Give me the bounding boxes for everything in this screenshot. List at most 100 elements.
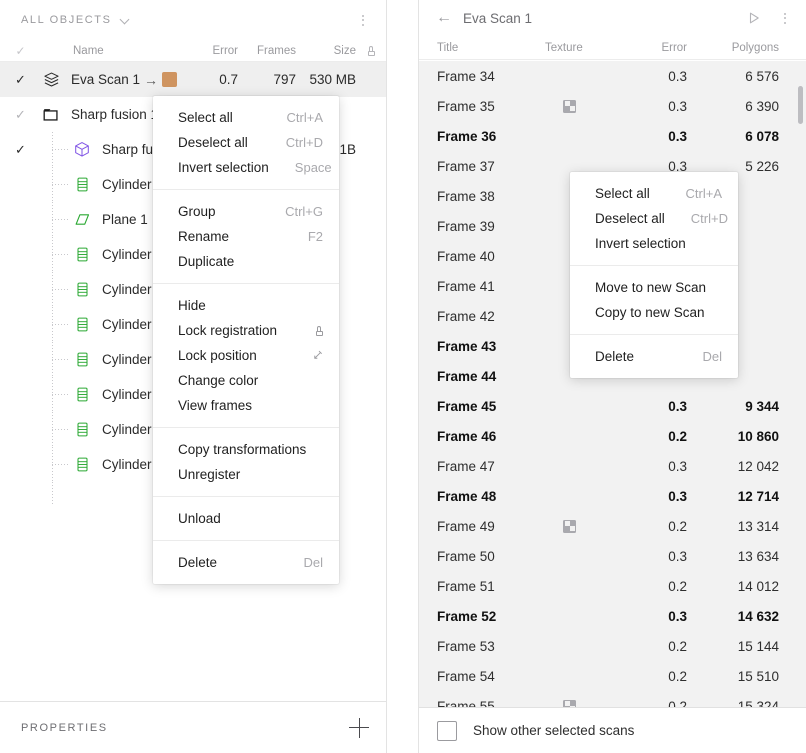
tree-row[interactable]: ✓ Eva Scan 1 → 0.7 797 530 MB bbox=[0, 62, 386, 97]
menu-item-copy-transformations[interactable]: Copy transformations bbox=[153, 437, 339, 462]
frame-polygons: 12 042 bbox=[737, 458, 779, 474]
menu-item-unregister[interactable]: Unregister bbox=[153, 462, 339, 487]
frame-row[interactable]: Frame 46 0.2 10 860 bbox=[419, 421, 806, 451]
frame-row[interactable]: Frame 49 0.2 13 314 bbox=[419, 511, 806, 541]
frame-row[interactable]: Frame 35 0.3 6 390 bbox=[419, 91, 806, 121]
menu-item-label: Group bbox=[178, 204, 216, 219]
menu-item-group[interactable]: Group Ctrl+G bbox=[153, 199, 339, 224]
panel-title: ALL OBJECTS bbox=[21, 14, 112, 26]
menu-item-deselect-all[interactable]: Deselect all Ctrl+D bbox=[570, 206, 738, 231]
menu-item-label: Rename bbox=[178, 229, 230, 244]
menu-item-rename[interactable]: Rename F2 bbox=[153, 224, 339, 249]
check-icon: ✓ bbox=[15, 107, 26, 122]
plane-icon bbox=[72, 210, 92, 230]
kebab-menu-icon[interactable] bbox=[354, 11, 372, 29]
menu-item-label: Select all bbox=[178, 110, 233, 125]
menu-item-label: Invert selection bbox=[178, 160, 269, 175]
column-header-error: Error bbox=[212, 44, 238, 57]
frames-context-menu[interactable]: Select all Ctrl+A Deselect all Ctrl+D Invert… bbox=[570, 172, 738, 378]
tree-guide bbox=[52, 149, 70, 150]
object-name: Sharp fus bbox=[102, 142, 160, 157]
chevron-down-icon[interactable] bbox=[121, 15, 131, 25]
frame-title: Frame 42 bbox=[437, 308, 495, 324]
row-error: 0.7 bbox=[219, 72, 238, 87]
frame-row[interactable]: Frame 36 0.3 6 078 bbox=[419, 121, 806, 151]
row-checkbox[interactable]: ✓ bbox=[0, 143, 41, 156]
object-context-menu[interactable]: Select all Ctrl+A Deselect all Ctrl+D Invert… bbox=[153, 96, 339, 584]
menu-item-deselect-all[interactable]: Deselect all Ctrl+D bbox=[153, 130, 339, 155]
frame-row[interactable]: Frame 51 0.2 14 012 bbox=[419, 571, 806, 601]
texture-icon bbox=[563, 699, 576, 707]
context-menu-group: Group Ctrl+G Rename F2 Duplicate bbox=[153, 189, 339, 283]
column-header-name: Name bbox=[73, 44, 104, 57]
row-checkbox[interactable]: ✓ bbox=[0, 108, 41, 121]
frame-row[interactable]: Frame 53 0.2 15 144 bbox=[419, 631, 806, 661]
kebab-menu-icon[interactable] bbox=[776, 9, 794, 27]
menu-item-invert-selection[interactable]: Invert selection bbox=[570, 231, 738, 256]
check-icon: ✓ bbox=[15, 43, 26, 58]
frame-texture-cell bbox=[545, 519, 625, 533]
menu-item-label: Lock registration bbox=[178, 323, 278, 338]
frames-list[interactable]: Frame 34 0.3 6 576 Frame 35 0.3 6 390 Frame 36… bbox=[419, 61, 806, 707]
cylinder-icon bbox=[72, 280, 92, 300]
tree-guide bbox=[52, 219, 70, 220]
menu-item-change-color[interactable]: Change color bbox=[153, 368, 339, 393]
column-header-size: Size bbox=[333, 44, 356, 57]
menu-item-label: Delete bbox=[178, 555, 218, 570]
menu-item-select-all[interactable]: Select all Ctrl+A bbox=[153, 105, 339, 130]
frame-row[interactable]: Frame 48 0.3 12 714 bbox=[419, 481, 806, 511]
frame-row[interactable]: Frame 50 0.3 13 634 bbox=[419, 541, 806, 571]
menu-item-hide[interactable]: Hide bbox=[153, 293, 339, 318]
context-menu-group: Delete Del bbox=[153, 540, 339, 584]
play-icon[interactable] bbox=[744, 8, 764, 28]
frame-polygons: 9 344 bbox=[745, 398, 779, 414]
scrollbar-thumb[interactable] bbox=[798, 86, 803, 124]
plus-icon[interactable] bbox=[349, 717, 369, 738]
back-arrow-icon[interactable]: ← bbox=[433, 8, 455, 28]
frame-row[interactable]: Frame 34 0.3 6 576 bbox=[419, 61, 806, 91]
transform-arrow-icon: → bbox=[144, 71, 159, 88]
frame-error: 0.3 bbox=[668, 548, 687, 564]
menu-item-lock-position[interactable]: Lock position bbox=[153, 343, 339, 368]
show-other-scans-checkbox[interactable] bbox=[437, 720, 457, 741]
frame-row[interactable]: Frame 45 0.3 9 344 bbox=[419, 391, 806, 421]
frame-row[interactable]: Frame 47 0.3 12 042 bbox=[419, 451, 806, 481]
frame-row[interactable]: Frame 54 0.2 15 510 bbox=[419, 661, 806, 691]
move-lock-icon bbox=[312, 350, 323, 361]
row-checkbox[interactable]: ✓ bbox=[0, 73, 41, 86]
frame-title: Frame 40 bbox=[437, 248, 495, 264]
frame-polygons: 15 324 bbox=[737, 698, 779, 708]
menu-item-view-frames[interactable]: View frames bbox=[153, 393, 339, 418]
frame-error: 0.2 bbox=[668, 428, 687, 444]
menu-item-copy-to-new-scan[interactable]: Copy to new Scan bbox=[570, 300, 738, 325]
tree-guide bbox=[52, 289, 70, 290]
column-header-title: Title bbox=[437, 41, 459, 54]
frame-title: Frame 54 bbox=[437, 668, 495, 684]
object-name: Cylinder bbox=[102, 317, 152, 332]
context-menu-group: Move to new Scan Copy to new Scan bbox=[570, 265, 738, 334]
context-menu-group: Select all Ctrl+A Deselect all Ctrl+D Invert… bbox=[153, 96, 339, 189]
menu-item-select-all[interactable]: Select all Ctrl+A bbox=[570, 181, 738, 206]
menu-item-delete[interactable]: Delete Del bbox=[570, 344, 738, 369]
menu-item-move-to-new-scan[interactable]: Move to new Scan bbox=[570, 275, 738, 300]
frame-row[interactable]: Frame 55 0.2 15 324 bbox=[419, 691, 806, 707]
object-name: Sharp fusion 1 bbox=[71, 107, 159, 122]
cylinder-icon bbox=[72, 315, 92, 335]
menu-item-duplicate[interactable]: Duplicate bbox=[153, 249, 339, 274]
frames-scrollbar[interactable] bbox=[798, 64, 803, 724]
color-swatch[interactable] bbox=[162, 72, 178, 87]
frame-error: 0.3 bbox=[668, 458, 687, 474]
object-name: Plane 1 bbox=[102, 212, 148, 227]
context-menu-group: Unload bbox=[153, 496, 339, 540]
frame-polygons: 6 078 bbox=[745, 128, 779, 144]
texture-icon bbox=[563, 519, 576, 533]
menu-item-label: Lock position bbox=[178, 348, 257, 363]
frame-polygons: 6 576 bbox=[745, 68, 779, 84]
menu-item-lock-registration[interactable]: Lock registration bbox=[153, 318, 339, 343]
menu-item-unload[interactable]: Unload bbox=[153, 506, 339, 531]
cylinder-icon bbox=[72, 175, 92, 195]
menu-item-invert-selection[interactable]: Invert selection Space bbox=[153, 155, 339, 180]
menu-item-delete[interactable]: Delete Del bbox=[153, 550, 339, 575]
frame-title: Frame 38 bbox=[437, 188, 495, 204]
frame-row[interactable]: Frame 52 0.3 14 632 bbox=[419, 601, 806, 631]
